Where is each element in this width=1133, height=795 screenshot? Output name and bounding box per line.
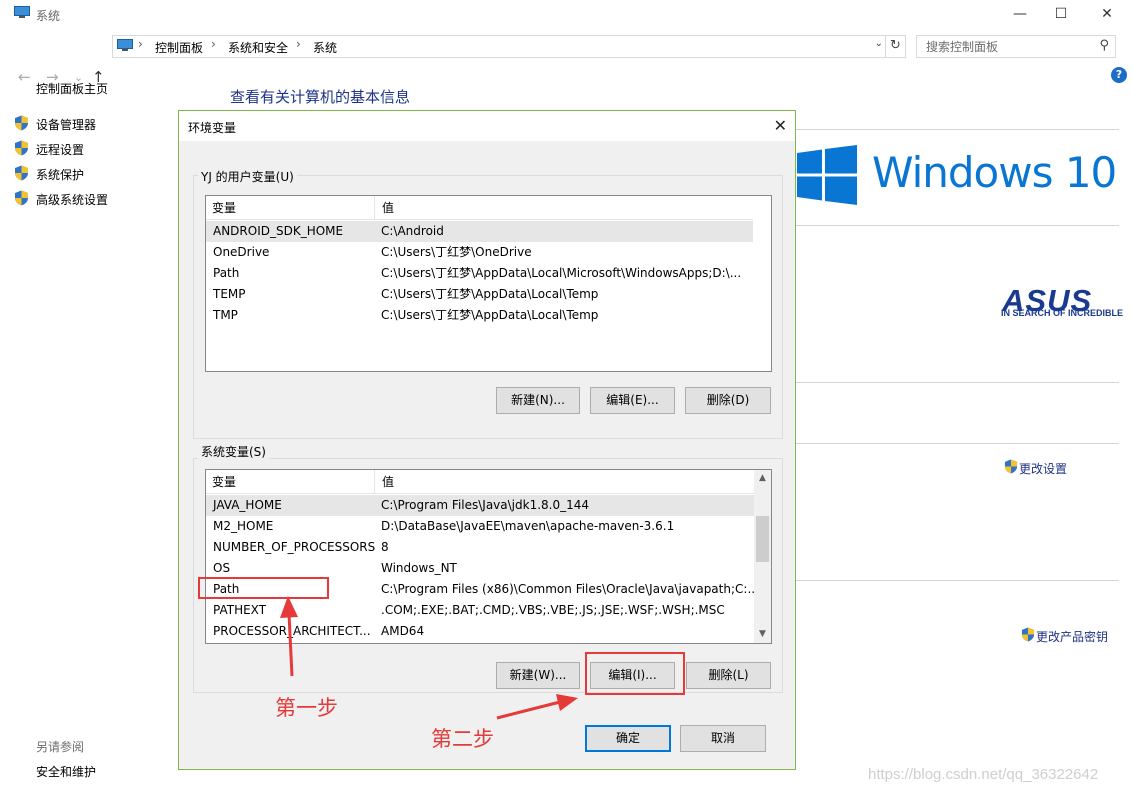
step2-arrow — [496, 694, 578, 720]
step2-label: 第二步 — [431, 727, 494, 751]
annotation-arrows — [280, 596, 578, 720]
step1-arrow — [280, 596, 298, 677]
step1-label: 第一步 — [275, 696, 338, 720]
